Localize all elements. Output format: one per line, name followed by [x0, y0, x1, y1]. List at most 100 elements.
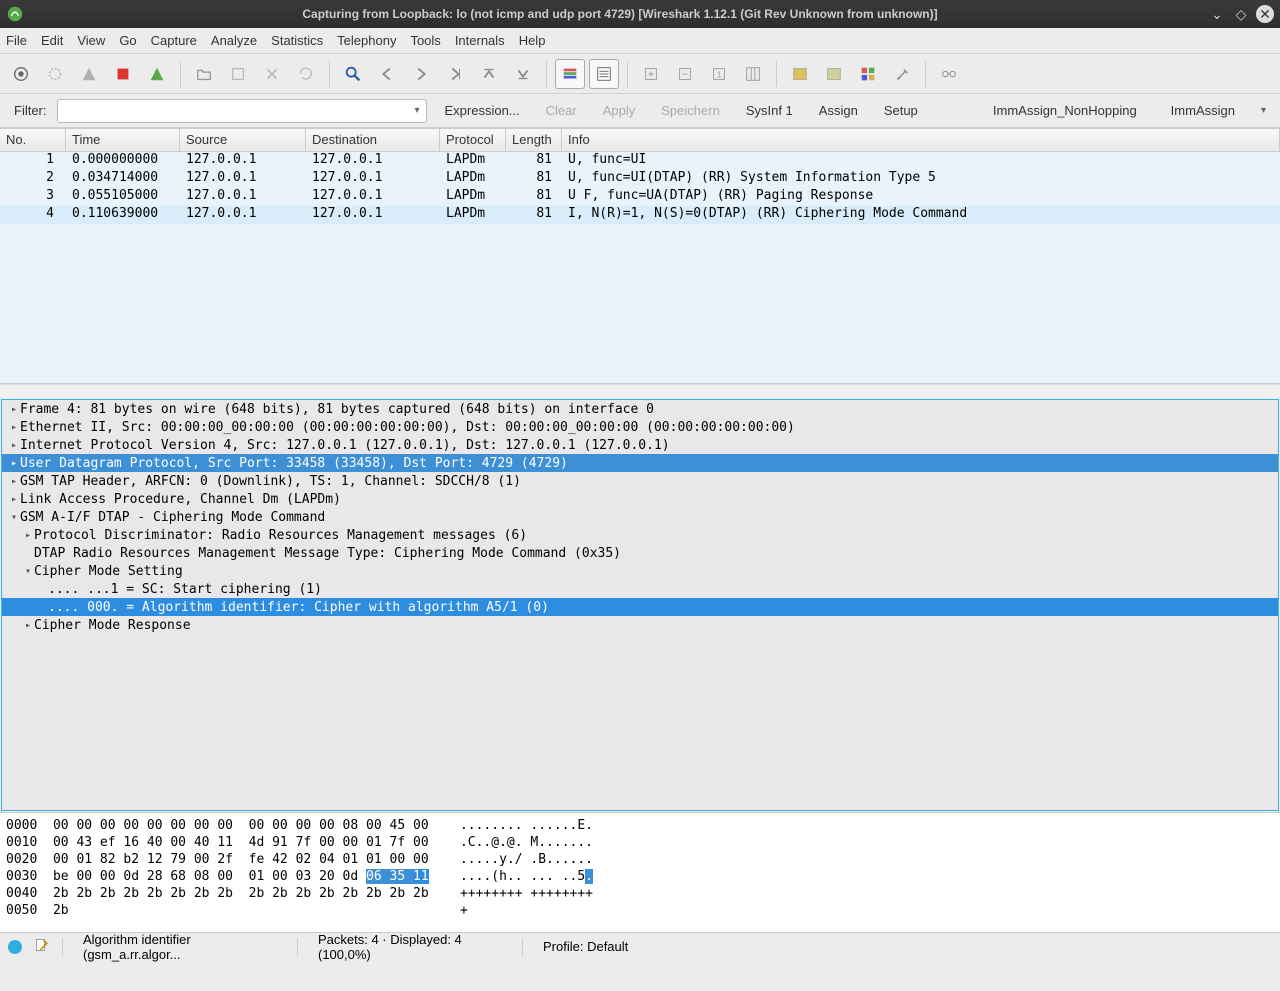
statusbar: Algorithm identifier (gsm_a.rr.algor... …: [0, 932, 1280, 960]
col-info[interactable]: Info: [562, 129, 1280, 151]
help-icon[interactable]: [934, 59, 964, 89]
filter-expression-button[interactable]: Expression...: [437, 103, 528, 118]
tree-ethernet[interactable]: ▸Ethernet II, Src: 00:00:00_00:00:00 (00…: [2, 418, 1278, 436]
preferences-icon[interactable]: [887, 59, 917, 89]
filter-setup-button[interactable]: Setup: [876, 103, 926, 118]
filter-save-button[interactable]: Speichern: [653, 103, 728, 118]
interfaces-icon[interactable]: [6, 59, 36, 89]
menu-tools[interactable]: Tools: [410, 33, 440, 48]
packet-row[interactable]: 40.110639000127.0.0.1127.0.0.1LAPDm81I, …: [0, 206, 1280, 224]
window-titlebar: Capturing from Loopback: lo (not icmp an…: [0, 0, 1280, 28]
filter-apply-button[interactable]: Apply: [595, 103, 644, 118]
menu-view[interactable]: View: [77, 33, 105, 48]
hex-row[interactable]: 0010 00 43 ef 16 40 00 40 11 4d 91 7f 00…: [6, 834, 1274, 851]
menu-go[interactable]: Go: [119, 33, 136, 48]
chevron-down-icon[interactable]: ▾: [1261, 105, 1266, 116]
horizontal-scrollbar[interactable]: [0, 384, 1280, 398]
col-destination[interactable]: Destination: [306, 129, 440, 151]
packet-list-header: No. Time Source Destination Protocol Len…: [0, 128, 1280, 152]
restart-capture-icon[interactable]: [142, 59, 172, 89]
tree-gsmtap[interactable]: ▸GSM TAP Header, ARFCN: 0 (Downlink), TS…: [2, 472, 1278, 490]
hex-row[interactable]: 0020 00 01 82 b2 12 79 00 2f fe 42 02 04…: [6, 851, 1274, 868]
menu-help[interactable]: Help: [519, 33, 546, 48]
tree-frame[interactable]: ▸Frame 4: 81 bytes on wire (648 bits), 8…: [2, 400, 1278, 418]
packet-bytes-pane[interactable]: 0000 00 00 00 00 00 00 00 00 00 00 00 00…: [0, 812, 1280, 932]
stop-capture-icon[interactable]: [108, 59, 138, 89]
filter-immassign-button[interactable]: ImmAssign: [1163, 103, 1243, 118]
window-minimize-icon[interactable]: ⌄: [1208, 5, 1226, 23]
tree-msgtype[interactable]: DTAP Radio Resources Management Message …: [2, 544, 1278, 562]
close-file-icon[interactable]: [257, 59, 287, 89]
window-close-icon[interactable]: ✕: [1256, 5, 1274, 23]
tree-pd[interactable]: ▸Protocol Discriminator: Radio Resources…: [2, 526, 1278, 544]
menu-statistics[interactable]: Statistics: [271, 33, 323, 48]
display-filters-icon[interactable]: [819, 59, 849, 89]
autoscroll-icon[interactable]: [589, 59, 619, 89]
app-logo-icon: [6, 5, 24, 23]
tree-dtap[interactable]: ▾GSM A-I/F DTAP - Ciphering Mode Command: [2, 508, 1278, 526]
start-capture-icon[interactable]: [74, 59, 104, 89]
status-profile[interactable]: Profile: Default: [535, 939, 636, 954]
main-toolbar: 1: [0, 54, 1280, 94]
colorize-icon[interactable]: [555, 59, 585, 89]
menu-internals[interactable]: Internals: [455, 33, 505, 48]
tree-udp[interactable]: ▸User Datagram Protocol, Src Port: 33458…: [2, 454, 1278, 472]
filter-immassign-nonhop-button[interactable]: ImmAssign_NonHopping: [985, 103, 1145, 118]
col-time[interactable]: Time: [66, 129, 180, 151]
zoom-normal-icon[interactable]: 1: [704, 59, 734, 89]
svg-text:1: 1: [717, 70, 722, 79]
go-back-icon[interactable]: [372, 59, 402, 89]
menu-analyze[interactable]: Analyze: [211, 33, 257, 48]
packet-list[interactable]: 10.000000000127.0.0.1127.0.0.1LAPDm81U, …: [0, 152, 1280, 384]
filter-clear-button[interactable]: Clear: [538, 103, 585, 118]
hex-row[interactable]: 0030 be 00 00 0d 28 68 08 00 01 00 03 20…: [6, 868, 1274, 885]
menubar: File Edit View Go Capture Analyze Statis…: [0, 28, 1280, 54]
filter-sysinf-button[interactable]: SysInf 1: [738, 103, 801, 118]
menu-file[interactable]: File: [6, 33, 27, 48]
filter-input[interactable]: ▾: [57, 99, 427, 123]
open-file-icon[interactable]: [189, 59, 219, 89]
resize-columns-icon[interactable]: [738, 59, 768, 89]
find-icon[interactable]: [338, 59, 368, 89]
status-field: Algorithm identifier (gsm_a.rr.algor...: [75, 932, 285, 962]
save-file-icon[interactable]: [223, 59, 253, 89]
go-to-icon[interactable]: [440, 59, 470, 89]
reload-icon[interactable]: [291, 59, 321, 89]
packet-row[interactable]: 20.034714000127.0.0.1127.0.0.1LAPDm81U, …: [0, 170, 1280, 188]
menu-edit[interactable]: Edit: [41, 33, 63, 48]
packet-details-tree[interactable]: ▸Frame 4: 81 bytes on wire (648 bits), 8…: [1, 399, 1279, 811]
tree-ip[interactable]: ▸Internet Protocol Version 4, Src: 127.0…: [2, 436, 1278, 454]
go-first-icon[interactable]: [474, 59, 504, 89]
chevron-down-icon[interactable]: ▾: [414, 105, 419, 116]
packet-row[interactable]: 30.055105000127.0.0.1127.0.0.1LAPDm81U F…: [0, 188, 1280, 206]
window-title: Capturing from Loopback: lo (not icmp an…: [32, 7, 1208, 21]
tree-lapdm[interactable]: ▸Link Access Procedure, Channel Dm (LAPD…: [2, 490, 1278, 508]
menu-telephony[interactable]: Telephony: [337, 33, 396, 48]
filter-label: Filter:: [14, 103, 47, 118]
go-forward-icon[interactable]: [406, 59, 436, 89]
col-source[interactable]: Source: [180, 129, 306, 151]
window-maximize-icon[interactable]: ◇: [1232, 5, 1250, 23]
tree-algorithm-id[interactable]: .... 000. = Algorithm identifier: Cipher…: [2, 598, 1278, 616]
capture-filters-icon[interactable]: [785, 59, 815, 89]
coloring-rules-icon[interactable]: [853, 59, 883, 89]
col-protocol[interactable]: Protocol: [440, 129, 506, 151]
packet-row[interactable]: 10.000000000127.0.0.1127.0.0.1LAPDm81U, …: [0, 152, 1280, 170]
tree-cmr[interactable]: ▸Cipher Mode Response: [2, 616, 1278, 634]
filter-assign-button[interactable]: Assign: [811, 103, 866, 118]
status-packets: Packets: 4 · Displayed: 4 (100,0%): [310, 932, 510, 962]
tree-cms[interactable]: ▾Cipher Mode Setting: [2, 562, 1278, 580]
col-length[interactable]: Length: [506, 129, 562, 151]
expert-info-icon[interactable]: [8, 940, 22, 954]
hex-row[interactable]: 0050 2b +: [6, 902, 1274, 919]
options-icon[interactable]: [40, 59, 70, 89]
col-no[interactable]: No.: [0, 129, 66, 151]
hex-row[interactable]: 0040 2b 2b 2b 2b 2b 2b 2b 2b 2b 2b 2b 2b…: [6, 885, 1274, 902]
menu-capture[interactable]: Capture: [151, 33, 197, 48]
zoom-out-icon[interactable]: [670, 59, 700, 89]
zoom-in-icon[interactable]: [636, 59, 666, 89]
annotation-icon[interactable]: [34, 937, 50, 956]
go-last-icon[interactable]: [508, 59, 538, 89]
hex-row[interactable]: 0000 00 00 00 00 00 00 00 00 00 00 00 00…: [6, 817, 1274, 834]
tree-sc[interactable]: .... ...1 = SC: Start ciphering (1): [2, 580, 1278, 598]
